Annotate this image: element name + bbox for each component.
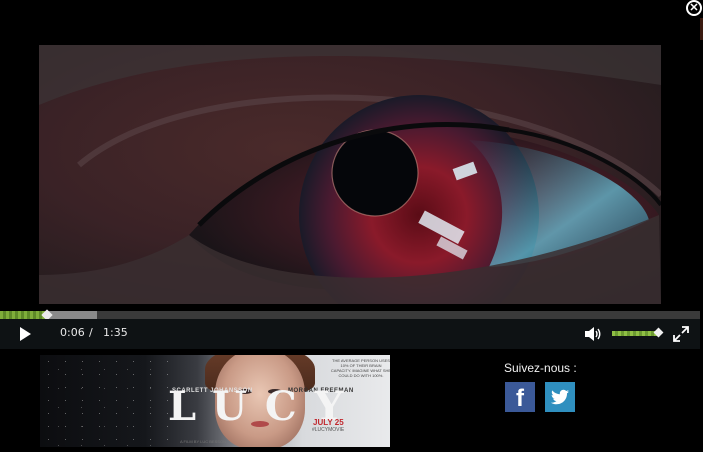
- video-frame[interactable]: [39, 45, 661, 304]
- duration: 1:35: [103, 326, 128, 339]
- play-icon[interactable]: [20, 327, 31, 341]
- close-button[interactable]: ✕: [686, 0, 702, 16]
- credit-line: A FILM BY LUC BESSON: [180, 439, 226, 444]
- close-icon: ✕: [689, 2, 699, 14]
- facebook-icon: f: [516, 385, 524, 412]
- speaker-icon[interactable]: [584, 326, 602, 342]
- release-date: JULY 25: [313, 418, 344, 427]
- seek-bar-played: [0, 311, 47, 319]
- seek-bar[interactable]: [0, 309, 700, 321]
- control-bar: 0:06 / 1:35: [0, 319, 700, 349]
- current-time: 0:06: [60, 326, 85, 339]
- follow-us-label: Suivez-nous :: [504, 361, 577, 375]
- volume-level: [612, 331, 659, 336]
- movie-poster-banner[interactable]: SCARLETT JOHANSSON MORGAN FREEMAN LUCY J…: [40, 355, 390, 447]
- fullscreen-icon[interactable]: [673, 326, 689, 342]
- video-lightbox: ✕ 0:06 / 1:35 SCARLETT JOHANSSON MORGAN …: [0, 0, 703, 452]
- tagline: THE AVERAGE PERSON USES 10% OF THEIR BRA…: [330, 358, 390, 378]
- starfield: [40, 355, 170, 447]
- time-separator: /: [89, 326, 93, 339]
- eye-closeup-image: [39, 45, 661, 304]
- facebook-button[interactable]: f: [505, 382, 535, 412]
- volume-slider[interactable]: [612, 327, 664, 338]
- twitter-bird-icon: [550, 389, 569, 405]
- twitter-button[interactable]: [545, 382, 575, 412]
- hashtag: #LUCYMOVIE: [312, 427, 345, 433]
